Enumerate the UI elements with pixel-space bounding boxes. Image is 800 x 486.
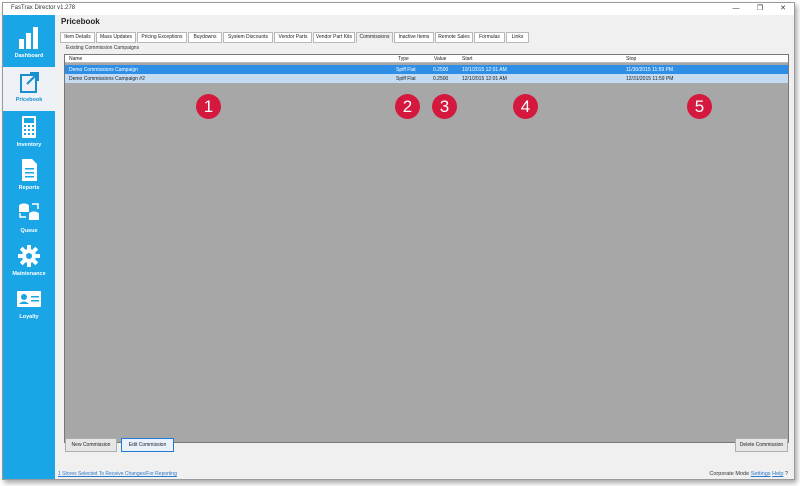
table-row[interactable]: Demo Commissions Campaign #2 Spiff Flat … [65,74,788,83]
sidebar-item-label: Reports [18,185,40,191]
tab-mass-updates[interactable]: Mass Updates [96,32,136,43]
page-title: Pricebook [61,17,100,26]
callout-marker: 1 [196,94,221,119]
tab-vendor-part-kits[interactable]: Vendor Part Kits [313,32,355,43]
commission-grid[interactable]: Name Type Value Start Stop Demo Commissi… [64,54,789,443]
sidebar-item-dashboard[interactable]: Dashboard [3,23,55,65]
cell-type: Spiff Flat [396,67,416,73]
cell-start: 12/1/2015 12:01 AM [462,76,507,82]
main-panel: Pricebook Item Details Mass Updates Pric… [55,15,794,479]
sidebar-item-label: Pricebook [15,97,43,103]
callout-marker: 5 [687,94,712,119]
pricebook-icon [20,72,39,93]
tab-vendor-parts[interactable]: Vendor Parts [274,32,312,43]
tab-formulas[interactable]: Formulas [474,32,505,43]
tab-buydowns[interactable]: Buydowns [188,32,222,43]
cell-name: Demo Commissions Campaign [69,67,138,73]
column-header-value[interactable]: Value [434,56,446,62]
id-card-icon [17,291,41,307]
tab-remote-sales[interactable]: Remote Sales [435,32,473,43]
new-commission-button[interactable]: New Commission [65,438,117,452]
help-link[interactable]: Help [772,471,783,477]
tab-inactive-items[interactable]: Inactive Items [394,32,434,43]
tab-pricing-exceptions[interactable]: Pricing Exceptions [137,32,187,43]
sidebar: Dashboard Pricebook Inventory Reports Qu… [3,15,55,479]
cell-name: Demo Commissions Campaign #2 [69,76,145,82]
callout-marker: 3 [432,94,457,119]
cell-stop: 11/30/2015 11:59 PM [626,67,674,73]
maximize-button[interactable]: ❐ [749,3,771,15]
sidebar-item-label: Maintenance [12,271,46,277]
sidebar-item-label: Loyalty [19,314,39,320]
sidebar-item-label: Dashboard [14,53,44,59]
cell-value: 0.2500 [433,67,449,73]
app-window: FasTrax Director v1.278 — ❐ ✕ Dashboard … [2,2,795,480]
stores-selected-link[interactable]: 1 Stores Selected To Receive Changes/For… [58,471,177,477]
status-right: Corporate Mode Settings Help ? [709,471,788,477]
section-label: Existing Commission Campaigns [66,45,140,51]
cell-start: 10/1/2015 12:01 AM [462,67,507,73]
column-header-type[interactable]: Type [398,56,409,62]
column-header-start[interactable]: Start [462,56,473,62]
callout-marker: 2 [395,94,420,119]
delete-commission-button[interactable]: Delete Commission [735,438,788,452]
gear-icon [18,245,40,267]
cell-stop: 12/31/2015 11:59 PM [626,76,674,82]
status-bar: 1 Stores Selected To Receive Changes/For… [55,468,794,479]
grid-header: Name Type Value Start Stop [65,55,788,63]
sidebar-item-loyalty[interactable]: Loyalty [3,284,55,326]
table-row[interactable]: Demo Commissions Campaign Spiff Flat 0.2… [65,65,788,74]
sidebar-item-label: Queue [20,228,38,234]
tab-links[interactable]: Links [506,32,529,43]
calculator-icon [22,116,36,138]
sidebar-item-inventory[interactable]: Inventory [3,112,55,154]
edit-commission-button[interactable]: Edit Commission [121,438,174,452]
column-header-stop[interactable]: Stop [626,56,636,62]
title-bar: FasTrax Director v1.278 — ❐ ✕ [3,3,794,15]
corporate-mode-label: Corporate Mode [709,471,750,477]
minimize-button[interactable]: — [725,3,747,15]
sidebar-item-queue[interactable]: Queue [3,198,55,240]
sidebar-item-reports[interactable]: Reports [3,155,55,197]
queue-icon [19,203,39,220]
tab-item-details[interactable]: Item Details [60,32,95,43]
sidebar-item-pricebook[interactable]: Pricebook [3,67,55,111]
cell-type: Spiff Flat [396,76,416,82]
callout-marker: 4 [513,94,538,119]
report-icon [22,159,37,181]
tab-system-discounts[interactable]: System Discounts [223,32,273,43]
sidebar-item-label: Inventory [16,142,42,148]
tab-commissions[interactable]: Commissions [356,32,393,43]
help-icon[interactable]: ? [785,471,788,477]
column-header-name[interactable]: Name [69,56,82,62]
cell-value: 0.2500 [433,76,449,82]
settings-link[interactable]: Settings [751,471,771,477]
close-button[interactable]: ✕ [772,3,794,15]
sidebar-item-maintenance[interactable]: Maintenance [3,241,55,283]
window-title: FasTrax Director v1.278 [11,5,76,11]
dashboard-icon [19,27,38,49]
